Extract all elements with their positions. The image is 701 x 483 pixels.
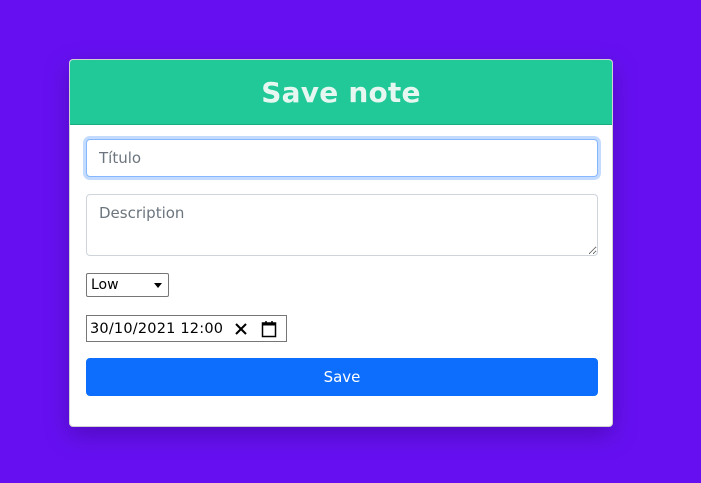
chevron-down-icon (154, 283, 162, 288)
description-textarea[interactable] (86, 194, 598, 256)
page-title: Save note (261, 75, 421, 109)
priority-select[interactable]: Low (86, 273, 169, 297)
title-input[interactable] (86, 139, 598, 177)
datetime-input[interactable]: 30/10/2021 12:00 (86, 315, 287, 342)
close-icon[interactable] (233, 321, 249, 337)
card-header: Save note (70, 60, 612, 125)
save-button[interactable]: Save (86, 358, 598, 396)
note-form-card: Save note Low 30/10/2021 12:00 (69, 59, 613, 427)
calendar-icon[interactable] (260, 320, 278, 338)
priority-selected-value: Low (91, 277, 119, 293)
datetime-value: 30/10/2021 12:00 (90, 320, 224, 337)
